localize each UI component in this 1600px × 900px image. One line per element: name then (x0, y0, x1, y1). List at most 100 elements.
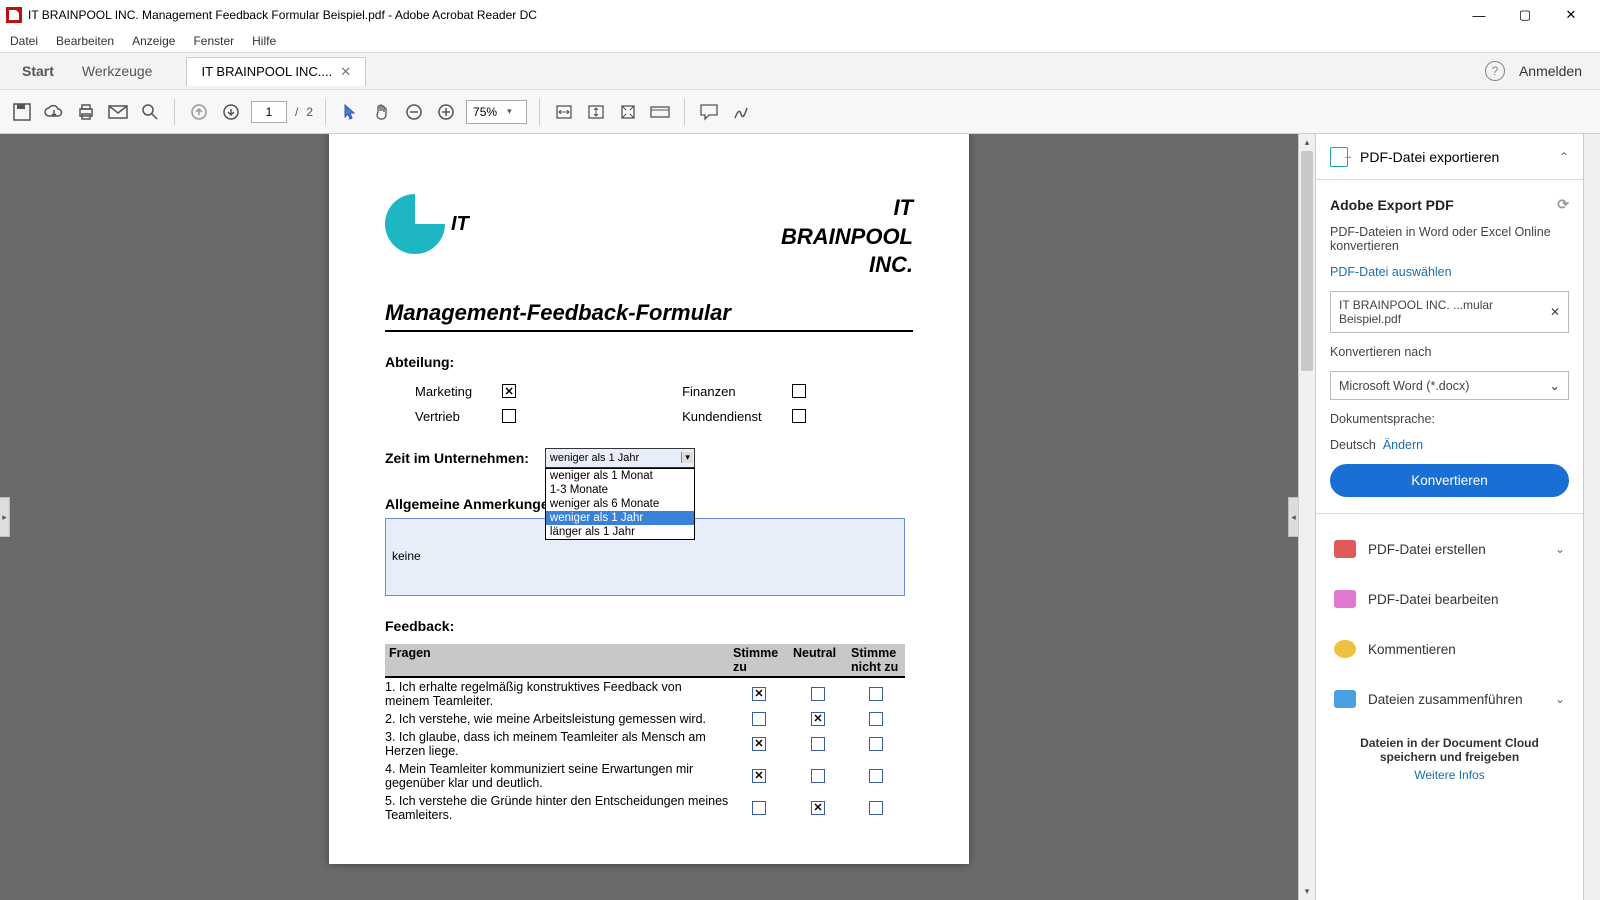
merge-icon (1334, 690, 1356, 708)
menu-anzeige[interactable]: Anzeige (132, 34, 175, 48)
table-row: 2. Ich verstehe, wie meine Arbeitsleistu… (385, 710, 905, 728)
help-icon[interactable]: ? (1485, 61, 1505, 81)
convert-format-value: Microsoft Word (*.docx) (1339, 379, 1469, 393)
print-icon[interactable] (74, 100, 98, 124)
comment-icon[interactable] (697, 100, 721, 124)
export-pdf-header[interactable]: PDF-Datei exportieren ⌃ (1316, 134, 1583, 180)
mail-icon[interactable] (106, 100, 130, 124)
convert-button[interactable]: Konvertieren (1330, 464, 1569, 497)
sign-icon[interactable] (729, 100, 753, 124)
document-scrollbar[interactable]: ▴ ▾ (1298, 134, 1315, 900)
page-number-input[interactable] (251, 101, 287, 123)
feedback-table: Fragen Stimme zu Neutral Stimme nicht zu… (385, 644, 905, 824)
sidepanel-scrollbar[interactable] (1583, 134, 1600, 900)
hand-tool-icon[interactable] (370, 100, 394, 124)
dept-kundendienst-checkbox[interactable] (792, 409, 806, 423)
feedback-checkbox[interactable] (869, 712, 883, 726)
feedback-checkbox[interactable] (752, 712, 766, 726)
sign-in-link[interactable]: Anmelden (1519, 63, 1582, 79)
feedback-checkbox[interactable] (752, 801, 766, 815)
question-text: 4. Mein Teamleiter kommuniziert seine Er… (385, 762, 729, 790)
scroll-thumb[interactable] (1301, 151, 1313, 371)
menu-datei[interactable]: Datei (10, 34, 38, 48)
zoom-in-icon[interactable] (434, 100, 458, 124)
convert-format-select[interactable]: Microsoft Word (*.docx) ⌄ (1330, 371, 1569, 400)
edit-pdf-item[interactable]: PDF-Datei bearbeiten (1330, 580, 1569, 618)
menu-bearbeiten[interactable]: Bearbeiten (56, 34, 114, 48)
time-option[interactable]: länger als 1 Jahr (546, 525, 694, 539)
select-pdf-link[interactable]: PDF-Datei auswählen (1330, 265, 1569, 279)
comment-item[interactable]: Kommentieren (1330, 630, 1569, 668)
col-agree: Stimme zu (729, 644, 789, 676)
change-language-link[interactable]: Ändern (1383, 438, 1423, 452)
close-button[interactable]: ✕ (1548, 0, 1594, 30)
acrobat-app-icon (6, 7, 22, 23)
feedback-checkbox[interactable] (869, 801, 883, 815)
feedback-checkbox[interactable] (811, 687, 825, 701)
time-option[interactable]: 1-3 Monate (546, 483, 694, 497)
fit-height-icon[interactable] (584, 100, 608, 124)
feedback-checkbox[interactable] (811, 769, 825, 783)
document-tab[interactable]: IT BRAINPOOL INC.... ✕ (186, 57, 366, 86)
merge-files-item[interactable]: Dateien zusammenführen ⌄ (1330, 680, 1569, 718)
dept-vertrieb-checkbox[interactable] (502, 409, 516, 423)
feedback-checkbox[interactable] (869, 737, 883, 751)
time-option[interactable]: weniger als 6 Monate (546, 497, 694, 511)
time-dropdown[interactable]: weniger als 1 Jahr (545, 448, 695, 468)
dept-marketing-checkbox[interactable]: ✕ (502, 384, 516, 398)
selected-file-name: IT BRAINPOOL INC. ...mular Beispiel.pdf (1339, 298, 1550, 326)
feedback-checkbox[interactable]: ✕ (811, 712, 825, 726)
document-viewport[interactable]: ▸ ◂ IT IT BRAINPOOL INC. Management-Feed… (0, 134, 1298, 900)
menu-hilfe[interactable]: Hilfe (252, 34, 276, 48)
adobe-export-heading: Adobe Export PDF ⟳ (1330, 196, 1569, 213)
feedback-checkbox[interactable]: ✕ (752, 737, 766, 751)
clear-file-icon[interactable]: ✕ (1550, 305, 1560, 319)
doc-language-value: Deutsch (1330, 438, 1376, 452)
scroll-up-icon[interactable]: ▴ (1299, 134, 1315, 151)
more-info-link[interactable]: Weitere Infos (1340, 768, 1559, 782)
read-mode-icon[interactable] (648, 100, 672, 124)
dept-finanzen-checkbox[interactable] (792, 384, 806, 398)
time-option[interactable]: weniger als 1 Monat (546, 469, 694, 483)
feedback-checkbox[interactable] (869, 687, 883, 701)
create-pdf-item[interactable]: PDF-Datei erstellen ⌄ (1330, 530, 1569, 568)
remarks-value: keine (392, 549, 421, 563)
scroll-down-icon[interactable]: ▾ (1299, 883, 1315, 900)
zoom-select[interactable]: 75% (466, 100, 527, 124)
tab-start[interactable]: Start (8, 55, 68, 87)
feedback-checkbox[interactable]: ✕ (811, 801, 825, 815)
page-down-icon[interactable] (219, 100, 243, 124)
minimize-button[interactable]: — (1456, 0, 1502, 30)
doc-language-row: Deutsch Ändern (1330, 438, 1569, 452)
tab-tools[interactable]: Werkzeuge (68, 55, 167, 87)
zoom-out-icon[interactable] (402, 100, 426, 124)
create-pdf-icon (1334, 540, 1356, 558)
refresh-icon[interactable]: ⟳ (1557, 196, 1569, 213)
edit-pdf-label: PDF-Datei bearbeiten (1368, 592, 1499, 607)
save-icon[interactable] (10, 100, 34, 124)
maximize-button[interactable]: ▢ (1502, 0, 1548, 30)
select-tool-icon[interactable] (338, 100, 362, 124)
fit-width-icon[interactable] (552, 100, 576, 124)
cloud-icon[interactable] (42, 100, 66, 124)
right-panel-collapse[interactable]: ◂ (1288, 497, 1298, 537)
table-row: 1. Ich erhalte regelmäßig konstruktives … (385, 678, 905, 710)
page-up-icon[interactable] (187, 100, 211, 124)
menu-fenster[interactable]: Fenster (193, 34, 234, 48)
time-option-selected[interactable]: weniger als 1 Jahr (546, 511, 694, 525)
search-icon[interactable] (138, 100, 162, 124)
feedback-checkbox[interactable] (811, 737, 825, 751)
document-tab-label: IT BRAINPOOL INC.... (201, 64, 332, 79)
selected-file-box[interactable]: IT BRAINPOOL INC. ...mular Beispiel.pdf … (1330, 291, 1569, 333)
close-tab-icon[interactable]: ✕ (340, 64, 351, 80)
feedback-checkbox[interactable]: ✕ (752, 687, 766, 701)
dept-heading: Abteilung: (385, 354, 913, 370)
left-panel-expand[interactable]: ▸ (0, 497, 10, 537)
page-total: 2 (306, 105, 313, 119)
fit-page-icon[interactable] (616, 100, 640, 124)
chevron-down-icon: ⌄ (1555, 692, 1565, 706)
col-disagree: Stimme nicht zu (847, 644, 905, 676)
feedback-checkbox[interactable] (869, 769, 883, 783)
toolbar: / 2 75% (0, 90, 1600, 134)
feedback-checkbox[interactable]: ✕ (752, 769, 766, 783)
